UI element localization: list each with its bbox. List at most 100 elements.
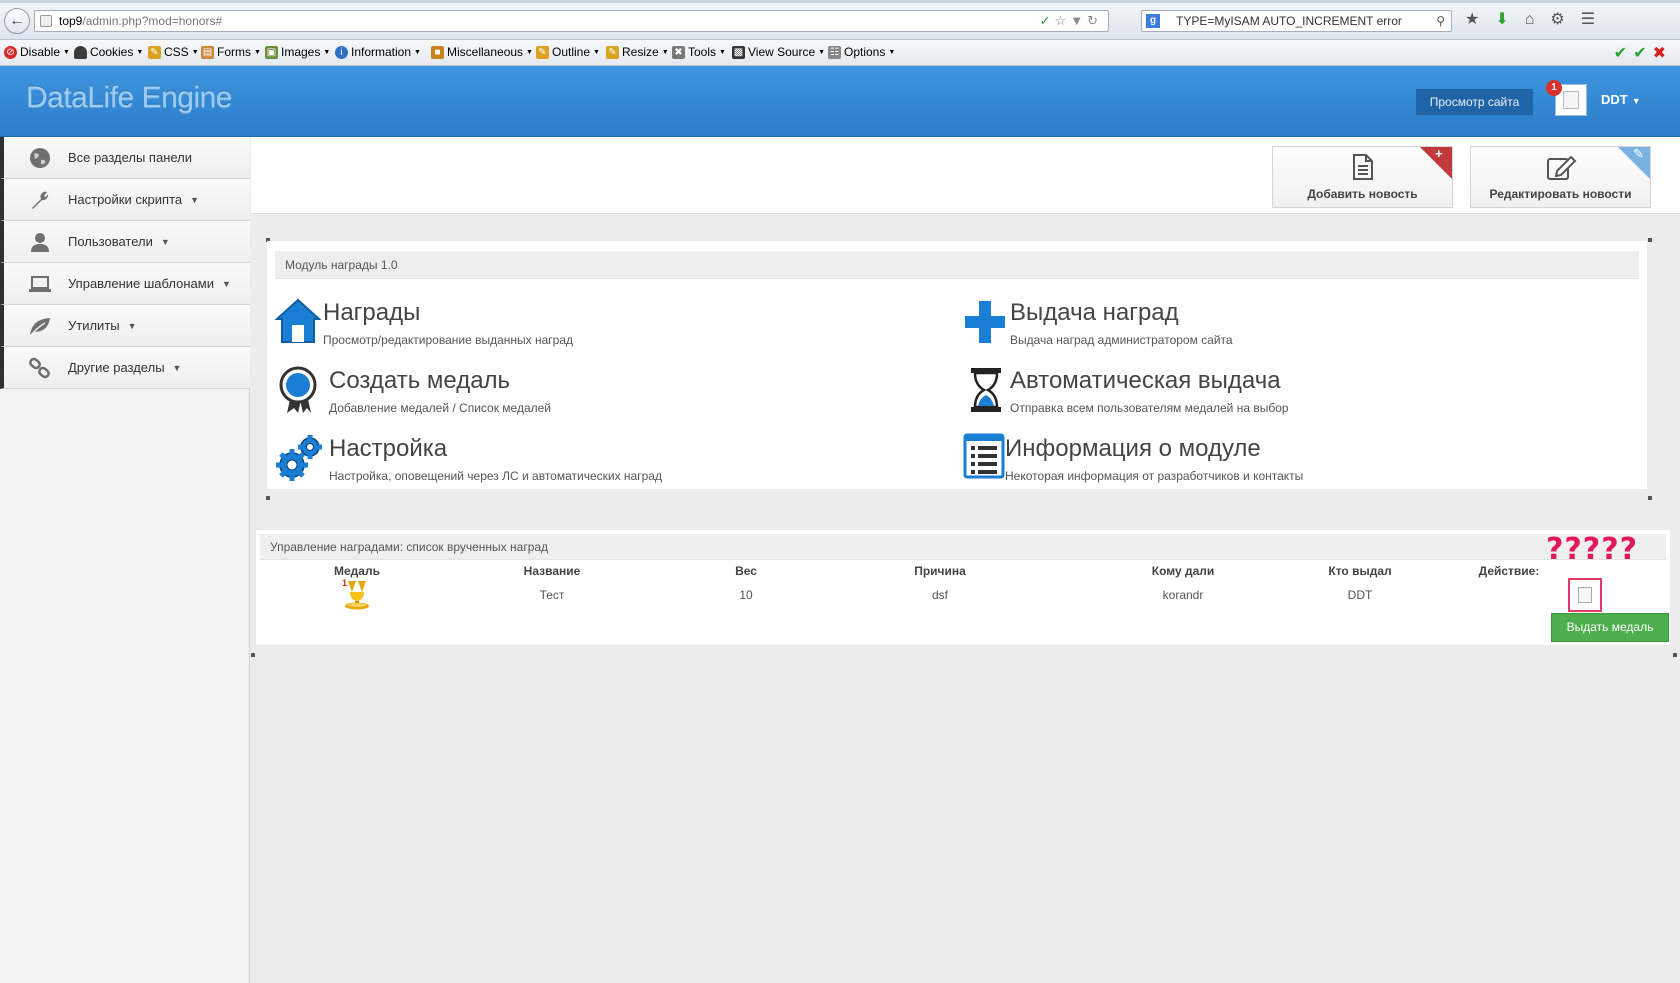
web-developer-toolbar: ⊘ Disable ▼ Cookies ▼ ✎ CSS ▼ ▤ Forms ▼ ▣ Images… (0, 40, 1680, 66)
tile-settings[interactable]: Настройка Настройка, оповещений через ЛС… (275, 433, 875, 493)
caret-down-icon: ▼ (160, 236, 170, 247)
devbar-resize[interactable]: ✎ Resize ▼ (606, 45, 669, 59)
caret-icon: ▼ (719, 48, 726, 56)
edit-news-button[interactable]: ✎ Редактировать новости (1470, 146, 1651, 208)
cell-weight: 10 (739, 588, 753, 602)
col-weight: Вес (735, 564, 757, 578)
user-icon (28, 231, 52, 253)
devbar-view-source[interactable]: ▩ View Source ▼ (732, 45, 825, 59)
search-box[interactable]: g TYPE=MyISAM AUTO_INCREMENT error ⚲ (1141, 10, 1452, 32)
caret-icon: ▼ (323, 48, 331, 56)
address-bar[interactable]: top9/admin.php?mod=honors# ✓☆▼↻ (34, 10, 1109, 32)
info-icon: i (335, 45, 348, 59)
devbar-status: ✔✔✖ (1614, 43, 1672, 63)
check-icon[interactable]: ✓ (1040, 13, 1055, 28)
document-icon (1273, 153, 1452, 188)
caret-icon: ▼ (414, 48, 421, 56)
col-action: Действие: (1478, 564, 1540, 578)
check-ok-icon[interactable]: ✔ (1633, 45, 1652, 62)
devbar-disable[interactable]: ⊘ Disable ▼ (4, 45, 70, 59)
error-icon[interactable]: ✖ (1653, 45, 1672, 62)
link-icon (28, 357, 52, 379)
devbar-images[interactable]: ▣ Images ▼ (265, 45, 330, 59)
search-engine-icon[interactable]: g (1146, 14, 1160, 28)
logo[interactable]: DataLife Engine (26, 81, 233, 115)
caret-icon: ▼ (136, 48, 144, 56)
forms-icon: ▤ (201, 45, 214, 59)
tile-awards[interactable]: Награды Просмотр/редактирование выданных… (274, 297, 875, 357)
cell-recipient: korandr (1162, 588, 1204, 602)
reload-icon[interactable]: ↻ (1087, 13, 1102, 28)
download-icon[interactable]: ⬇ (1495, 11, 1524, 28)
add-news-button[interactable]: + Добавить новость (1272, 146, 1453, 208)
tile-desc: Некоторая информация от разработчиков и … (1005, 469, 1304, 483)
url-path: /admin.php?mod=honors# (82, 14, 223, 28)
devbar-forms[interactable]: ▤ Forms ▼ (201, 45, 261, 59)
misc-icon: ■ (431, 45, 444, 59)
leaf-icon (28, 315, 52, 337)
col-recipient: Кому дали (1151, 564, 1215, 578)
tile-desc: Выдача наград администратором сайта (1010, 333, 1233, 347)
cell-reason: dsf (931, 588, 949, 602)
view-site-button[interactable]: Просмотр сайта (1416, 89, 1533, 115)
devbar-cookies[interactable]: Cookies ▼ (74, 45, 143, 59)
tile-title: Настройка (329, 435, 448, 462)
devbar-options[interactable]: ☷ Options ▼ (828, 45, 895, 59)
home-icon (274, 297, 322, 347)
addon-icon[interactable]: ⚙ (1550, 11, 1580, 28)
globe-icon (28, 147, 52, 169)
caret-icon: ▼ (254, 48, 261, 56)
tile-desc: Отправка всем пользователям медалей на в… (1010, 401, 1289, 415)
caret-icon: ▼ (661, 48, 669, 56)
give-medal-button[interactable]: Выдать медаль (1551, 613, 1669, 642)
row-action-button[interactable] (1568, 578, 1602, 612)
caret-down-icon: ▼ (1631, 96, 1641, 106)
tile-create-medal[interactable]: Создать медаль Добавление медалей / Спис… (275, 365, 875, 425)
awards-list-title: Управление наградами: список врученных н… (260, 534, 1666, 560)
tab-strip (0, 0, 1680, 3)
sidebar-item-templates[interactable]: Управление шаблонами ▼ (0, 263, 250, 305)
col-reason: Причина (914, 564, 966, 578)
tile-module-info[interactable]: Информация о модуле Некоторая информация… (963, 433, 1563, 493)
browser-toolbar: ← top9/admin.php?mod=honors# ✓☆▼↻ g TYPE… (0, 0, 1680, 40)
devbar-tools[interactable]: ✖ Tools ▼ (672, 45, 726, 59)
tile-desc: Настройка, оповещений через ЛС и автомат… (329, 469, 662, 483)
check-ok-icon[interactable]: ✔ (1614, 45, 1633, 62)
star-icon[interactable]: ☆ (1055, 13, 1071, 28)
cookies-icon (74, 45, 87, 59)
css-pencil-icon: ✎ (148, 45, 161, 59)
devbar-css[interactable]: ✎ CSS ▼ (148, 45, 199, 59)
tile-title: Создать медаль (329, 367, 511, 394)
back-button[interactable]: ← (4, 8, 30, 34)
tile-give-awards[interactable]: Выдача наград Выдача наград администрато… (963, 297, 1563, 357)
sidebar: Все разделы панели Настройки скрипта ▼ По… (0, 137, 250, 983)
home-browser-icon[interactable]: ⌂ (1525, 11, 1551, 28)
sidebar-item-other-sections[interactable]: Другие разделы ▼ (0, 347, 250, 389)
devbar-outline[interactable]: ✎ Outline ▼ (536, 45, 600, 59)
sidebar-item-utilities[interactable]: Утилиты ▼ (0, 305, 250, 347)
user-menu[interactable]: DDT ▼ (1601, 92, 1641, 107)
gears-icon (275, 433, 322, 483)
menu-icon[interactable]: ☰ (1581, 11, 1611, 28)
sidebar-item-script-settings[interactable]: Настройки скрипта ▼ (0, 179, 250, 221)
sidebar-item-all-sections[interactable]: Все разделы панели (0, 137, 250, 179)
tile-auto-give[interactable]: Автоматическая выдача Отправка всем поль… (963, 365, 1563, 425)
magnifier-icon[interactable]: ⚲ (1436, 11, 1445, 31)
back-arrow-icon: ← (9, 12, 25, 29)
medal-icon (275, 365, 321, 415)
caret-icon: ▼ (191, 48, 199, 56)
sidebar-item-users[interactable]: Пользователи ▼ (0, 221, 250, 263)
quick-actions-bar (251, 137, 1680, 214)
bookmarks-icon[interactable]: ★ (1465, 11, 1495, 28)
broken-image-icon (1578, 587, 1592, 603)
col-issuer: Кто выдал (1328, 564, 1392, 578)
devbar-miscellaneous[interactable]: ■ Miscellaneous ▼ (431, 45, 533, 59)
cell-issuer: DDT (1347, 588, 1373, 602)
disable-icon: ⊘ (4, 45, 17, 59)
dropdown-icon[interactable]: ▼ (1070, 13, 1087, 28)
devbar-information[interactable]: i Information ▼ (335, 45, 421, 59)
tile-title: Награды (323, 299, 421, 326)
favicon-icon (40, 15, 52, 27)
notification-badge[interactable]: 1 (1546, 80, 1562, 96)
hourglass-icon (963, 365, 1009, 415)
